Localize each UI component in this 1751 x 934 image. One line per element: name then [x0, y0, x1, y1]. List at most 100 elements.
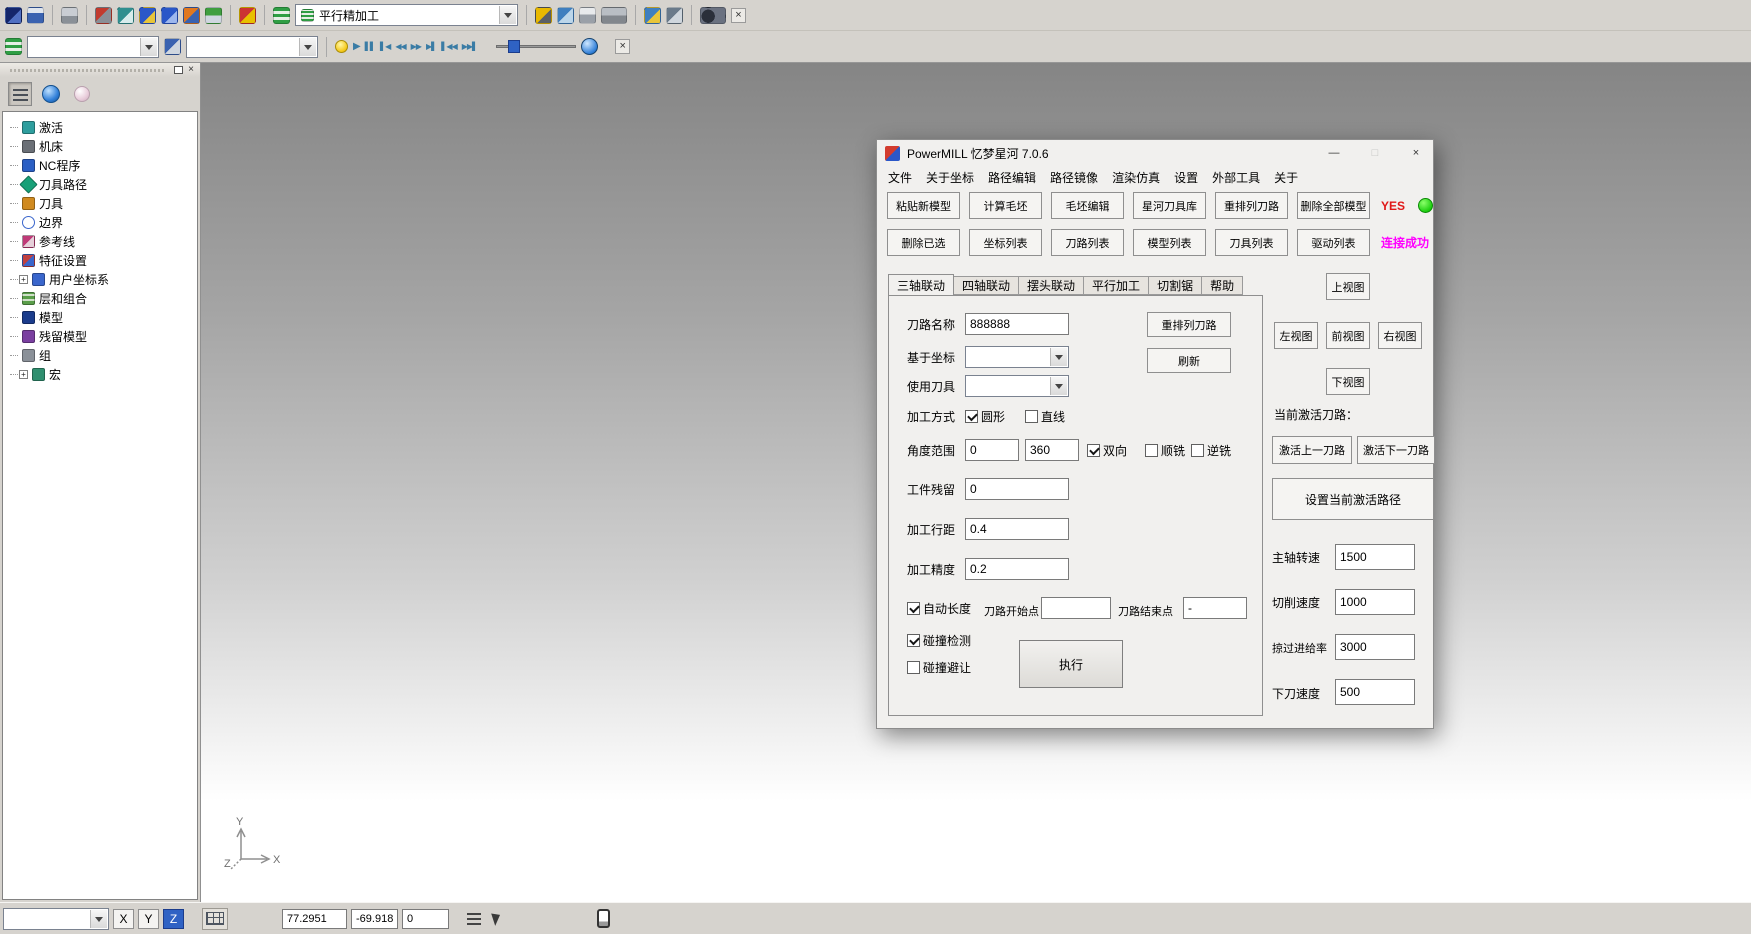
- z-axis-button[interactable]: Z: [163, 909, 184, 929]
- clipping-icon[interactable]: [666, 7, 683, 24]
- start-point-input[interactable]: [1041, 597, 1111, 619]
- collision-avoid-option[interactable]: 碰撞避让: [907, 659, 971, 676]
- y-axis-button[interactable]: Y: [138, 909, 159, 929]
- panel-toggle-icon[interactable]: [597, 909, 610, 928]
- climb-checkbox[interactable]: [1145, 444, 1158, 457]
- set-active-path-button[interactable]: 设置当前激活路径: [1272, 478, 1434, 520]
- explorer-tree-button[interactable]: [8, 82, 32, 106]
- shade-diamond-icon[interactable]: [183, 7, 200, 24]
- tree-item-tool[interactable]: 刀具: [10, 194, 197, 213]
- rearrange-toolpaths-button[interactable]: 重排列刀路: [1215, 192, 1288, 219]
- toolpath-list-icon[interactable]: [5, 38, 22, 55]
- auto-length-option[interactable]: 自动长度: [907, 600, 971, 617]
- tree-item-activate[interactable]: 激活: [10, 118, 197, 137]
- print-icon[interactable]: [61, 7, 78, 24]
- globe-button[interactable]: [39, 82, 63, 106]
- execute-button[interactable]: 执行: [1019, 640, 1123, 688]
- close-panel-icon[interactable]: ×: [188, 65, 194, 75]
- dialog-titlebar[interactable]: PowerMILL 忆梦星河 7.0.6 — □ ×: [877, 140, 1433, 166]
- angle-to-input[interactable]: [1025, 439, 1079, 461]
- redo-icon[interactable]: [161, 7, 178, 24]
- coord-z-input[interactable]: [402, 909, 449, 929]
- statusbar-combo[interactable]: [3, 908, 109, 930]
- view-bottom-button[interactable]: 下视图: [1326, 368, 1370, 395]
- climb-option[interactable]: 顺铣: [1145, 442, 1185, 459]
- menu-about[interactable]: 关于: [1267, 169, 1305, 186]
- tree-item-workplane[interactable]: +用户坐标系: [10, 270, 197, 289]
- tool-combo[interactable]: [186, 36, 318, 58]
- grid-button[interactable]: [202, 908, 228, 930]
- view-left-button[interactable]: 左视图: [1274, 322, 1318, 349]
- step-back-icon[interactable]: ◀◀: [395, 42, 405, 51]
- swap-levels-icon[interactable]: [164, 38, 181, 55]
- x-axis-button[interactable]: X: [113, 909, 134, 929]
- tree-item-stock-model[interactable]: 残留模型: [10, 327, 197, 346]
- toolpath-combo[interactable]: [27, 36, 159, 58]
- tool-library-button[interactable]: 星河刀具库: [1133, 192, 1206, 219]
- tolerance-input[interactable]: [965, 558, 1069, 580]
- dock-panel-icon[interactable]: [174, 66, 183, 74]
- menu-settings[interactable]: 设置: [1167, 169, 1205, 186]
- conventional-checkbox[interactable]: [1191, 444, 1204, 457]
- binoculars-icon[interactable]: [700, 7, 726, 24]
- strategy-preset-combo[interactable]: 平行精加工: [295, 4, 518, 26]
- animation-speed-slider[interactable]: [496, 39, 576, 54]
- tool-list-button[interactable]: 刀具列表: [1215, 229, 1288, 256]
- method-line-option[interactable]: 直线: [1025, 408, 1065, 425]
- toolbar-close-button[interactable]: ×: [615, 39, 630, 54]
- menu-path-edit[interactable]: 路径编辑: [981, 169, 1043, 186]
- spindle-speed-input[interactable]: [1335, 544, 1415, 570]
- tree-item-machine[interactable]: 机床: [10, 137, 197, 156]
- tree-item-toolpath[interactable]: 刀具路径: [10, 175, 197, 194]
- tab-help[interactable]: 帮助: [1202, 276, 1243, 295]
- tree-item-boundary[interactable]: 边界: [10, 213, 197, 232]
- collision-check-checkbox[interactable]: [907, 634, 920, 647]
- menu-path-mirror[interactable]: 路径镜像: [1043, 169, 1105, 186]
- yellow-tools-icon[interactable]: [535, 7, 552, 24]
- cutting-speed-input[interactable]: [1335, 589, 1415, 615]
- angle-from-input[interactable]: [965, 439, 1019, 461]
- graph-icon[interactable]: [557, 7, 574, 24]
- coord-x-input[interactable]: [282, 909, 347, 929]
- step-forward-icon[interactable]: ▶▶: [411, 42, 421, 51]
- toolbar-close-button[interactable]: ×: [731, 8, 746, 23]
- refresh-button[interactable]: 刷新: [1147, 348, 1231, 373]
- coord-y-input[interactable]: [351, 909, 398, 929]
- expand-icon[interactable]: +: [19, 370, 28, 379]
- menu-render-sim[interactable]: 渲染仿真: [1105, 169, 1167, 186]
- minimize-button[interactable]: —: [1317, 140, 1351, 166]
- undo-icon[interactable]: [139, 7, 156, 24]
- stepover-input[interactable]: [965, 518, 1069, 540]
- tree-item-group[interactable]: 组: [10, 346, 197, 365]
- tree-item-nc-program[interactable]: NC程序: [10, 156, 197, 175]
- calc-stock-button[interactable]: 计算毛坯: [969, 192, 1042, 219]
- based-coord-combo[interactable]: [965, 346, 1069, 368]
- panel-grip[interactable]: [10, 69, 165, 72]
- menu-coords[interactable]: 关于坐标: [919, 169, 981, 186]
- bidirectional-option[interactable]: 双向: [1087, 442, 1127, 459]
- clamp-icon[interactable]: [95, 7, 112, 24]
- levels-icon[interactable]: [205, 7, 222, 24]
- bidirectional-checkbox[interactable]: [1087, 444, 1100, 457]
- lightbulb-icon[interactable]: [335, 40, 348, 53]
- maximize-button[interactable]: □: [1358, 140, 1392, 166]
- cursor-icon[interactable]: [491, 911, 503, 926]
- new-project-icon[interactable]: [5, 7, 22, 24]
- strategy-list-icon[interactable]: [273, 7, 290, 24]
- activate-next-button[interactable]: 激活下一刀路: [1357, 436, 1435, 464]
- rearrange-button[interactable]: 重排列刀路: [1147, 312, 1231, 337]
- play-icon[interactable]: ▶: [353, 41, 360, 52]
- close-button[interactable]: ×: [1399, 140, 1433, 166]
- skip-start-icon[interactable]: ▌◀◀: [441, 42, 456, 51]
- tool-setup-icon[interactable]: [239, 7, 256, 24]
- tab-saw[interactable]: 切割锯: [1149, 276, 1202, 295]
- tab-swivel-head[interactable]: 摆头联动: [1019, 276, 1084, 295]
- paste-new-model-button[interactable]: 粘贴新模型: [887, 192, 960, 219]
- use-tool-combo[interactable]: [965, 375, 1069, 397]
- menu-external-tools[interactable]: 外部工具: [1205, 169, 1267, 186]
- expand-icon[interactable]: +: [19, 275, 28, 284]
- end-point-input[interactable]: [1183, 597, 1247, 619]
- slider-handle[interactable]: [508, 40, 520, 53]
- tree-item-levels[interactable]: 层和组合: [10, 289, 197, 308]
- shaded-view-button[interactable]: [70, 82, 94, 106]
